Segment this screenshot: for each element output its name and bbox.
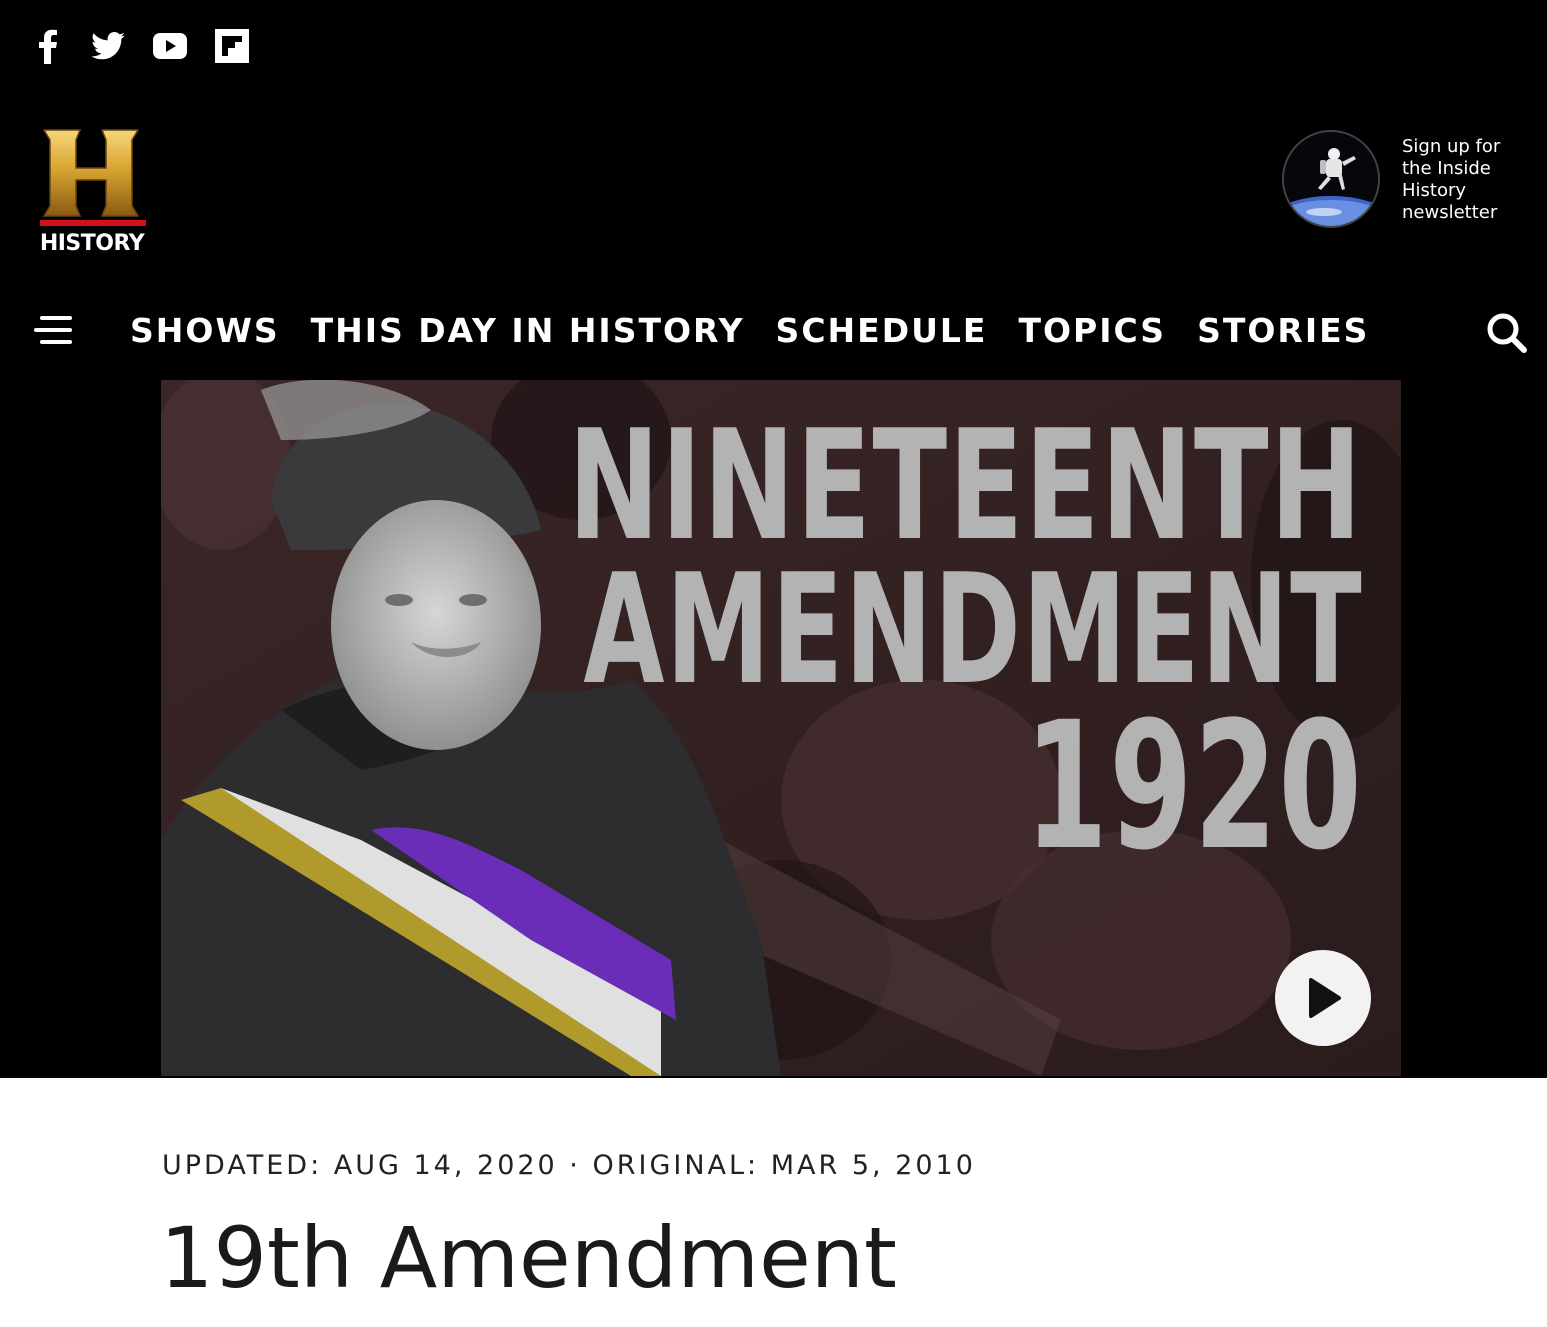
nav-links: SHOWS THIS DAY IN HISTORY SCHEDULE TOPIC… [130, 310, 1369, 352]
main-nav: SHOWS THIS DAY IN HISTORY SCHEDULE TOPIC… [0, 300, 1547, 364]
nav-item-stories[interactable]: STORIES [1197, 310, 1369, 352]
history-h-logo: HISTORY [40, 129, 146, 256]
newsletter-text: Sign up for the Inside History newslette… [1402, 136, 1501, 223]
hero-title-line-3: 1920 [1024, 683, 1363, 889]
hero-video[interactable]: NINETEENTH AMENDMENT 1920 [161, 380, 1401, 1076]
hero-title-line-2: AMENDMENT [583, 541, 1363, 719]
flipboard-icon[interactable] [214, 28, 250, 64]
article-dates: UPDATED: AUG 14, 2020 · ORIGINAL: MAR 5,… [162, 1150, 976, 1181]
page-title: 19th Amendment [160, 1209, 897, 1307]
nav-item-shows[interactable]: SHOWS [130, 310, 280, 352]
hero-title-line-1: NINETEENTH [567, 397, 1363, 574]
site-header: HISTORY Sign up for the Inside History n… [0, 0, 1547, 1078]
youtube-icon[interactable] [152, 28, 188, 64]
twitter-icon[interactable] [90, 28, 126, 64]
search-icon[interactable] [1484, 310, 1530, 356]
astronaut-thumbnail [1282, 130, 1380, 228]
history-logo[interactable]: HISTORY [30, 128, 154, 258]
hamburger-menu-icon[interactable] [34, 312, 76, 348]
play-button[interactable] [1275, 950, 1371, 1046]
nav-item-this-day-in-history[interactable]: THIS DAY IN HISTORY [311, 310, 745, 352]
facebook-icon[interactable] [30, 28, 66, 64]
newsletter-signup[interactable]: Sign up for the Inside History newslette… [1280, 128, 1530, 232]
nav-item-topics[interactable]: TOPICS [1018, 310, 1166, 352]
play-icon [1309, 978, 1341, 1018]
hero-title: NINETEENTH AMENDMENT 1920 [233, 397, 1363, 889]
page: HISTORY Sign up for the Inside History n… [0, 0, 1547, 1327]
nav-item-schedule[interactable]: SCHEDULE [776, 310, 988, 352]
svg-text:HISTORY: HISTORY [40, 231, 146, 256]
